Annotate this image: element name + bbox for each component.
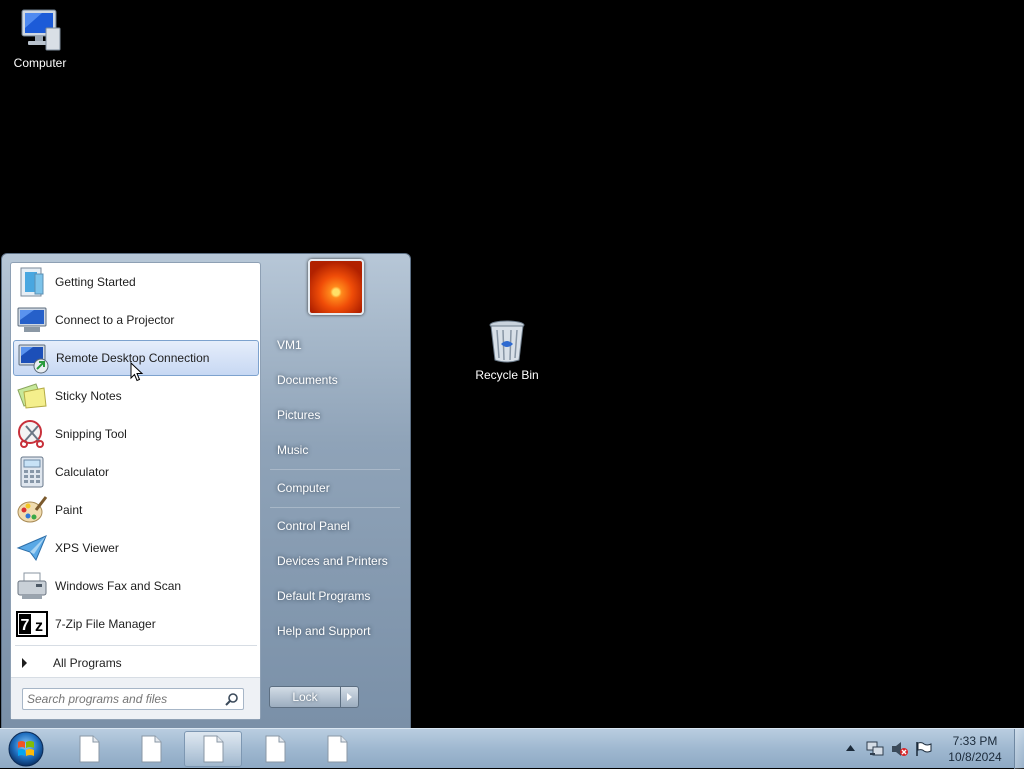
desktop-icon-recycle-bin[interactable]: Recycle Bin bbox=[467, 318, 547, 382]
computer-icon bbox=[21, 9, 61, 51]
taskbar-button-active[interactable] bbox=[184, 731, 242, 767]
seven-zip-icon: 7z bbox=[15, 607, 49, 641]
program-sticky-notes[interactable]: Sticky Notes bbox=[13, 378, 259, 414]
desktop-icon-label: Computer bbox=[13, 56, 67, 70]
program-label: Snipping Tool bbox=[55, 427, 127, 441]
program-7-zip-file-manager[interactable]: 7z 7-Zip File Manager bbox=[13, 606, 259, 642]
program-paint[interactable]: Paint bbox=[13, 492, 259, 528]
recycle-bin-icon bbox=[489, 320, 525, 363]
user-picture[interactable] bbox=[308, 259, 364, 315]
action-center-flag-icon[interactable] bbox=[914, 741, 932, 757]
program-label: 7-Zip File Manager bbox=[55, 617, 156, 631]
taskbar-button[interactable] bbox=[246, 731, 304, 767]
start-menu: Getting Started Connect to a Projector R… bbox=[1, 253, 411, 729]
mouse-cursor-icon bbox=[130, 362, 144, 382]
calculator-icon bbox=[15, 455, 49, 489]
fax-scan-icon bbox=[15, 569, 49, 603]
document-icon bbox=[203, 735, 224, 763]
taskbar-button[interactable] bbox=[122, 731, 180, 767]
place-computer[interactable]: Computer bbox=[277, 481, 330, 495]
program-label: Calculator bbox=[55, 465, 110, 479]
clock-time: 7:33 PM bbox=[952, 734, 998, 748]
taskbar: 7:33 PM 10/8/2024 bbox=[0, 728, 1024, 769]
svg-text:z: z bbox=[35, 618, 43, 635]
taskbar-clock[interactable]: 7:33 PM 10/8/2024 bbox=[940, 733, 1010, 765]
lock-button[interactable]: Lock bbox=[269, 686, 341, 708]
all-programs-button[interactable]: All Programs bbox=[19, 651, 122, 675]
place-default-programs[interactable]: Default Programs bbox=[277, 589, 370, 603]
taskbar-button[interactable] bbox=[60, 731, 118, 767]
shutdown-options-button[interactable] bbox=[340, 686, 359, 708]
search-box[interactable] bbox=[22, 688, 244, 710]
start-menu-programs-pane: Getting Started Connect to a Projector R… bbox=[10, 262, 261, 720]
all-programs-label: All Programs bbox=[53, 656, 122, 670]
place-music[interactable]: Music bbox=[277, 443, 308, 457]
start-button[interactable] bbox=[6, 730, 46, 768]
place-pictures[interactable]: Pictures bbox=[277, 408, 320, 422]
clock-date: 10/8/2024 bbox=[948, 750, 1002, 764]
document-icon bbox=[265, 735, 286, 763]
program-calculator[interactable]: Calculator bbox=[13, 454, 259, 490]
program-xps-viewer[interactable]: XPS Viewer bbox=[13, 530, 259, 566]
program-label: XPS Viewer bbox=[55, 541, 119, 555]
show-desktop-button[interactable] bbox=[1014, 729, 1024, 769]
program-snipping-tool[interactable]: Snipping Tool bbox=[13, 416, 259, 452]
projector-icon bbox=[15, 303, 49, 337]
program-windows-fax-and-scan[interactable]: Windows Fax and Scan bbox=[13, 568, 259, 604]
places-divider bbox=[270, 469, 400, 470]
chevron-right-icon bbox=[22, 658, 27, 668]
desktop-icon-computer[interactable]: Computer bbox=[0, 8, 80, 70]
search-area bbox=[11, 677, 260, 719]
place-user-folder[interactable]: VM1 bbox=[277, 338, 302, 352]
place-devices-and-printers[interactable]: Devices and Printers bbox=[277, 554, 388, 568]
document-icon bbox=[141, 735, 162, 763]
place-control-panel[interactable]: Control Panel bbox=[277, 519, 350, 533]
document-icon bbox=[79, 735, 100, 763]
places-divider bbox=[270, 507, 400, 508]
show-hidden-icons-button[interactable] bbox=[846, 745, 855, 751]
program-label: Sticky Notes bbox=[55, 389, 122, 403]
program-label: Getting Started bbox=[55, 275, 136, 289]
place-documents[interactable]: Documents bbox=[277, 373, 338, 387]
start-menu-places-pane: VM1 Documents Pictures Music Computer Co… bbox=[260, 254, 410, 728]
network-icon[interactable] bbox=[866, 741, 884, 757]
chevron-right-icon bbox=[347, 693, 352, 701]
volume-muted-icon[interactable] bbox=[891, 741, 909, 757]
program-label: Windows Fax and Scan bbox=[55, 579, 182, 593]
program-getting-started[interactable]: Getting Started bbox=[13, 264, 259, 300]
sticky-notes-icon bbox=[15, 379, 49, 413]
program-label: Paint bbox=[55, 503, 83, 517]
search-input[interactable] bbox=[27, 691, 223, 707]
program-label: Connect to a Projector bbox=[55, 313, 175, 327]
programs-divider bbox=[15, 645, 257, 646]
getting-started-icon bbox=[15, 265, 49, 299]
svg-text:7: 7 bbox=[21, 617, 30, 634]
desktop-icon-label: Recycle Bin bbox=[475, 368, 539, 382]
document-icon bbox=[327, 735, 348, 763]
program-connect-to-a-projector[interactable]: Connect to a Projector bbox=[13, 302, 259, 338]
xps-viewer-icon bbox=[15, 531, 49, 565]
snipping-tool-icon bbox=[15, 417, 49, 451]
paint-icon bbox=[15, 493, 49, 527]
taskbar-button[interactable] bbox=[308, 731, 366, 767]
search-icon[interactable] bbox=[225, 692, 239, 706]
place-help-and-support[interactable]: Help and Support bbox=[277, 624, 370, 638]
remote-desktop-icon bbox=[16, 341, 50, 375]
